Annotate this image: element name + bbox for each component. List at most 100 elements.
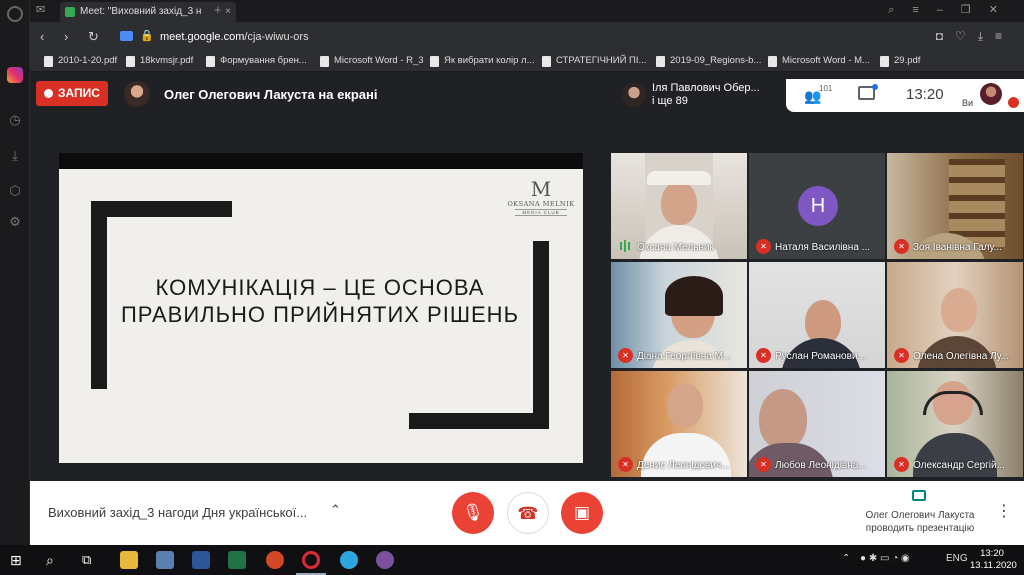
lock-icon[interactable]: 🔒 bbox=[140, 29, 154, 42]
bookmark-item[interactable]: Microsoft Word - M... bbox=[768, 55, 870, 67]
participant-tile[interactable]: Н ✕ Наталя Василівна ... bbox=[749, 153, 885, 259]
recording-badge: ЗАПИС bbox=[36, 81, 108, 106]
input-language[interactable]: ENG bbox=[946, 553, 968, 564]
window-controls[interactable]: ⌕≡–❐✕ bbox=[888, 3, 1016, 17]
participant-tile[interactable]: Оксана Мельник bbox=[611, 153, 747, 259]
reload-icon[interactable]: ↻ bbox=[88, 29, 99, 45]
viber-icon[interactable] bbox=[376, 551, 394, 569]
presenter-title: Олег Олегович Лакуста на екрані bbox=[164, 87, 378, 102]
tab-strip: ✉ Meet: "Виховний захід_3 н × + ⌕≡–❐✕ bbox=[30, 0, 1024, 22]
presenting-status[interactable]: Олег Олегович Лакуста проводить презента… bbox=[860, 509, 980, 535]
bookmark-item[interactable]: Microsoft Word - R_3 bbox=[320, 55, 424, 67]
participant-preview-more: і ще 89 bbox=[652, 95, 688, 107]
participant-tile[interactable]: ✕ Денис Леонідович... bbox=[611, 371, 747, 477]
chevron-up-icon[interactable]: ⌃ bbox=[330, 502, 341, 518]
participants-preview[interactable]: Іля Павлович Обер... і ще 89 bbox=[652, 82, 760, 108]
meet-toolbar: 👥 101 13:20 Ви bbox=[786, 79, 1024, 112]
browser-sidebar: ◷ ⤓ ⬡ ⚙ bbox=[0, 0, 30, 545]
record-label: ЗАПИС bbox=[58, 86, 100, 100]
record-dot-icon bbox=[44, 89, 53, 98]
bookmark-item[interactable]: 18kvmsjr.pdf bbox=[126, 55, 193, 67]
participant-name: Олександр Сергій... bbox=[913, 460, 1005, 471]
meet-bottom-bar: Виховний захід_3 нагоди Дня української.… bbox=[30, 481, 1024, 545]
file-explorer-icon[interactable] bbox=[120, 551, 138, 569]
telegram-icon[interactable] bbox=[340, 551, 358, 569]
mic-toggle-button[interactable]: 🎙 bbox=[452, 492, 494, 534]
opera-logo-icon[interactable] bbox=[7, 6, 23, 22]
address-actions[interactable]: ◘♡⤓≡ bbox=[936, 29, 1014, 44]
participant-avatar: Н bbox=[798, 186, 838, 226]
participant-face bbox=[667, 383, 703, 427]
participant-name: Оксана Мельник bbox=[637, 242, 714, 253]
people-count: 101 bbox=[819, 84, 833, 93]
settings-icon[interactable]: ⚙ bbox=[7, 214, 23, 230]
participant-name: Наталя Василівна ... bbox=[775, 242, 871, 253]
app-icon[interactable] bbox=[156, 551, 174, 569]
hair bbox=[665, 276, 723, 316]
participant-tile[interactable]: ✕ Зоя Іванівна Галу... bbox=[887, 153, 1023, 259]
participant-tile[interactable]: ✕ Олександр Сергій... bbox=[887, 371, 1023, 477]
participant-name: Руслан Романови... bbox=[775, 351, 866, 362]
url-domain: meet.google.com bbox=[160, 31, 245, 43]
participant-face bbox=[759, 389, 807, 449]
meet-favicon-icon bbox=[65, 7, 75, 17]
opera-taskbar-icon[interactable] bbox=[302, 551, 320, 569]
bookmark-item[interactable]: 2010-1-20.pdf bbox=[44, 55, 117, 67]
tabs-menu-icon[interactable]: ✉ bbox=[36, 3, 45, 16]
excel-icon[interactable] bbox=[228, 551, 246, 569]
participant-name: Зоя Іванівна Галу... bbox=[913, 242, 1002, 253]
tray-overflow-icon[interactable]: ⌃ bbox=[842, 553, 850, 564]
word-icon[interactable] bbox=[192, 551, 210, 569]
screen: ◷ ⤓ ⬡ ⚙ ✉ Meet: "Виховний захід_3 н × + … bbox=[0, 0, 1024, 575]
search-icon[interactable]: ⌕ bbox=[46, 551, 64, 569]
url-field[interactable]: meet.google.com/cja-wiwu-ors bbox=[160, 31, 309, 43]
participant-tile[interactable]: ✕ Діана Георгіївна М... bbox=[611, 262, 747, 368]
bookmark-item[interactable]: 2019-09_Regions-b... bbox=[656, 55, 761, 67]
participant-tile[interactable]: ✕ Руслан Романови... bbox=[749, 262, 885, 368]
meeting-name[interactable]: Виховний захід_3 нагоди Дня української.… bbox=[48, 505, 307, 520]
mic-off-icon: 🎙 bbox=[462, 503, 484, 522]
instagram-icon[interactable] bbox=[7, 67, 23, 83]
powerpoint-icon[interactable] bbox=[266, 551, 284, 569]
bookmark-item[interactable]: 29.pdf bbox=[880, 55, 920, 67]
tab-meet[interactable]: Meet: "Виховний захід_3 н × bbox=[60, 2, 236, 22]
bookmark-item[interactable]: СТРАТЕГІЧНИЙ ПІ... bbox=[542, 55, 646, 67]
participant-name: Олена Олегівна Лу... bbox=[913, 351, 1010, 362]
participant-tile[interactable]: ✕ Олена Олегівна Лу... bbox=[887, 262, 1023, 368]
self-muted-icon bbox=[1008, 97, 1019, 108]
bookmark-item[interactable]: Як вибрати колір л... bbox=[430, 55, 534, 67]
self-avatar[interactable] bbox=[980, 83, 1002, 105]
mic-off-icon: ✕ bbox=[618, 348, 633, 363]
mic-off-icon: ✕ bbox=[756, 348, 771, 363]
forward-icon[interactable]: › bbox=[64, 29, 68, 44]
close-tab-icon[interactable]: × bbox=[225, 2, 231, 22]
downloads-icon[interactable]: ⤓ bbox=[7, 148, 23, 164]
present-screen-icon[interactable] bbox=[912, 490, 926, 501]
tray-icons[interactable]: ● ✱ ▭ ◔ ◉ bbox=[860, 553, 910, 564]
hang-up-icon: ☎ bbox=[517, 504, 539, 523]
url-path: /cja-wiwu-ors bbox=[244, 31, 309, 43]
participant-preview-avatar bbox=[622, 83, 646, 107]
windows-start-icon[interactable]: ⊞ bbox=[10, 551, 28, 569]
task-view-icon[interactable]: ⧉ bbox=[82, 551, 100, 569]
participant-face bbox=[661, 181, 697, 225]
slide-logo: M OKSANA MELNIK MEDIA CLUB bbox=[505, 178, 577, 216]
back-icon[interactable]: ‹ bbox=[40, 29, 44, 44]
camera-toggle-button[interactable]: ▣ bbox=[561, 492, 603, 534]
system-clock[interactable]: 13:20 13.11.2020 bbox=[970, 548, 1017, 572]
leave-call-button[interactable]: ☎ bbox=[507, 492, 549, 534]
hat bbox=[647, 171, 711, 185]
slide-bracket-right bbox=[533, 241, 549, 429]
slide-title-line: ПРАВИЛЬНО ПРИЙНЯТИХ РІШЕНЬ bbox=[120, 302, 520, 327]
bookmark-item[interactable]: Формування брен... bbox=[206, 55, 307, 67]
extensions-icon[interactable]: ⬡ bbox=[7, 183, 23, 199]
mic-off-icon: ✕ bbox=[894, 239, 909, 254]
camera-in-use-icon[interactable] bbox=[120, 31, 133, 41]
bookmarks-bar: 2010-1-20.pdf 18kvmsjr.pdf Формування бр… bbox=[30, 52, 1024, 72]
history-icon[interactable]: ◷ bbox=[7, 112, 23, 128]
new-tab-icon[interactable]: + bbox=[214, 2, 222, 17]
participant-tile[interactable]: ✕ Любов Леонідівна... bbox=[749, 371, 885, 477]
participant-name: Діана Георгіївна М... bbox=[637, 351, 732, 362]
mic-off-icon: ✕ bbox=[756, 457, 771, 472]
more-options-icon[interactable]: ⋮ bbox=[996, 501, 1012, 521]
